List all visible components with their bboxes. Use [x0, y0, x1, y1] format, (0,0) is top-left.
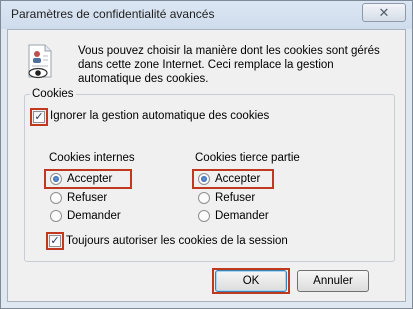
third-party-refuse-radio[interactable]	[198, 192, 210, 204]
session-label[interactable]: Toujours autoriser les cookies de la ses…	[66, 235, 288, 247]
close-icon: ✕	[378, 4, 390, 20]
session-checkbox[interactable]: ✓	[49, 235, 61, 247]
dialog-body: Vous pouvez choisir la manière dont les …	[7, 29, 406, 302]
first-party-refuse-label[interactable]: Refuser	[67, 192, 107, 204]
override-checkbox[interactable]: ✓	[33, 111, 45, 123]
cookies-group-label: Cookies	[30, 88, 76, 100]
check-icon: ✓	[34, 111, 44, 123]
third-party-accept-label[interactable]: Accepter	[215, 173, 260, 185]
first-party-accept-label[interactable]: Accepter	[67, 173, 112, 185]
cancel-button[interactable]: Annuler	[297, 270, 369, 292]
check-icon: ✓	[50, 235, 60, 247]
first-party-refuse-radio[interactable]	[50, 192, 62, 204]
third-party-accept-radio[interactable]	[198, 173, 210, 185]
ok-button[interactable]: OK	[215, 270, 287, 292]
third-party-ask-radio[interactable]	[198, 210, 210, 222]
info-description: Vous pouvez choisir la manière dont les …	[78, 45, 380, 85]
first-party-ask-radio[interactable]	[50, 210, 62, 222]
third-party-heading: Cookies tierce partie	[195, 152, 300, 164]
third-party-ask-label[interactable]: Demander	[215, 210, 269, 222]
close-button[interactable]: ✕	[362, 3, 406, 22]
privacy-document-eye-icon	[28, 44, 52, 79]
first-party-ask-label[interactable]: Demander	[67, 210, 121, 222]
first-party-heading: Cookies internes	[49, 152, 135, 164]
title-bar[interactable]: Paramètres de confidentialité avancés ✕	[1, 1, 412, 29]
third-party-refuse-label[interactable]: Refuser	[215, 192, 255, 204]
first-party-accept-radio[interactable]	[50, 173, 62, 185]
window-title: Paramètres de confidentialité avancés	[11, 7, 215, 21]
override-label[interactable]: Ignorer la gestion automatique des cooki…	[50, 110, 269, 122]
privacy-settings-dialog: Paramètres de confidentialité avancés ✕ …	[0, 0, 413, 309]
